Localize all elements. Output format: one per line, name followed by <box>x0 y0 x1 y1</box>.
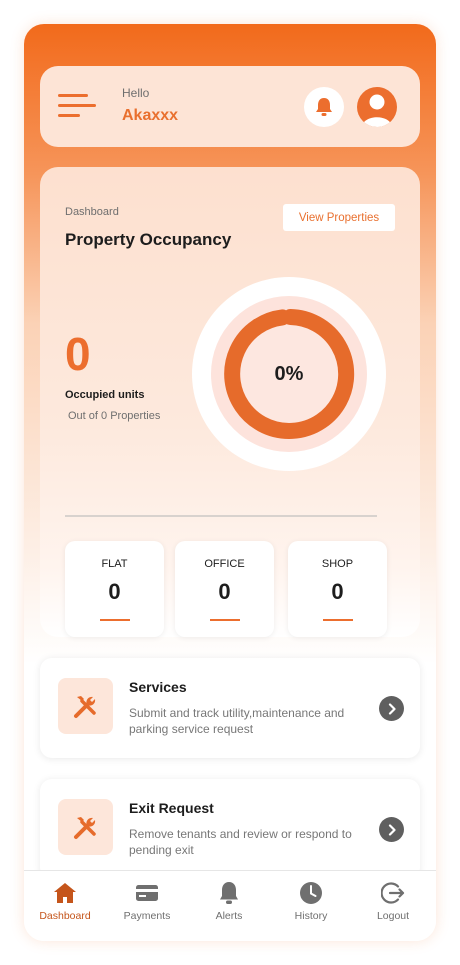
service-title: Services <box>129 679 187 695</box>
nav-item-dashboard[interactable]: Dashboard <box>24 871 106 941</box>
nav-item-alerts[interactable]: Alerts <box>188 871 270 941</box>
shop-count-card[interactable]: SHOP 0 <box>288 541 387 637</box>
menu-icon[interactable] <box>58 92 96 120</box>
greeting-text: Hello <box>122 86 150 100</box>
nav-label: History <box>294 910 328 922</box>
service-description: Submit and track utility,maintenance and… <box>129 706 345 736</box>
category-underline <box>323 619 353 621</box>
header-card: Hello Akaxxx <box>40 66 420 147</box>
chevron-right-icon[interactable] <box>379 696 404 721</box>
nav-item-payments[interactable]: Payments <box>106 871 188 941</box>
tools-icon <box>73 817 96 839</box>
avatar[interactable] <box>357 87 397 127</box>
tools-icon <box>73 696 96 718</box>
nav-item-history[interactable]: History <box>270 871 352 941</box>
notifications-button[interactable] <box>304 87 344 127</box>
properties-total-text: Out of 0 Properties <box>68 410 161 422</box>
nav-label: Dashboard <box>39 910 91 922</box>
nav-item-logout[interactable]: Logout <box>352 871 434 941</box>
category-value: 0 <box>218 579 231 604</box>
tools-icon-box <box>58 799 113 855</box>
username: Akaxxx <box>122 107 179 124</box>
section-label: Dashboard <box>65 206 119 218</box>
view-properties-button[interactable]: View Properties <box>283 204 395 231</box>
bell-icon <box>316 98 332 116</box>
app-screen: Hello Akaxxx Dashboard Property Occupanc… <box>24 24 436 941</box>
home-icon <box>54 883 76 903</box>
divider <box>65 515 377 517</box>
page-title: Property Occupancy <box>65 230 232 249</box>
category-label: SHOP <box>321 558 354 570</box>
occupied-label: Occupied units <box>65 389 145 401</box>
occupancy-percent: 0% <box>274 362 304 385</box>
category-value: 0 <box>108 579 121 604</box>
category-label: FLAT <box>101 558 128 570</box>
user-icon <box>362 94 392 127</box>
chevron-right-icon[interactable] <box>379 817 404 842</box>
bottom-nav: Dashboard Payments Alerts History Logout <box>24 870 436 941</box>
exit-request-card[interactable]: Exit Request Remove tenants and review o… <box>40 779 420 879</box>
services-card[interactable]: Services Submit and track utility,mainte… <box>40 658 420 758</box>
clock-icon <box>300 882 322 904</box>
flat-count-card[interactable]: FLAT 0 <box>65 541 164 637</box>
logout-icon <box>381 882 405 904</box>
category-underline <box>100 619 130 621</box>
nav-label: Alerts <box>215 910 243 922</box>
tools-icon-box <box>58 678 113 734</box>
bell-icon <box>220 882 238 904</box>
category-label: OFFICE <box>204 558 245 570</box>
category-underline <box>210 619 240 621</box>
service-title: Exit Request <box>129 800 214 816</box>
service-description: Remove tenants and review or respond to … <box>129 827 352 857</box>
category-value: 0 <box>331 579 344 604</box>
occupancy-card: Dashboard Property Occupancy View Proper… <box>40 167 420 637</box>
office-count-card[interactable]: OFFICE 0 <box>175 541 274 637</box>
nav-label: Payments <box>123 910 171 922</box>
nav-label: Logout <box>376 910 410 922</box>
occupied-count: 0 <box>65 328 91 380</box>
card-icon <box>136 885 158 901</box>
